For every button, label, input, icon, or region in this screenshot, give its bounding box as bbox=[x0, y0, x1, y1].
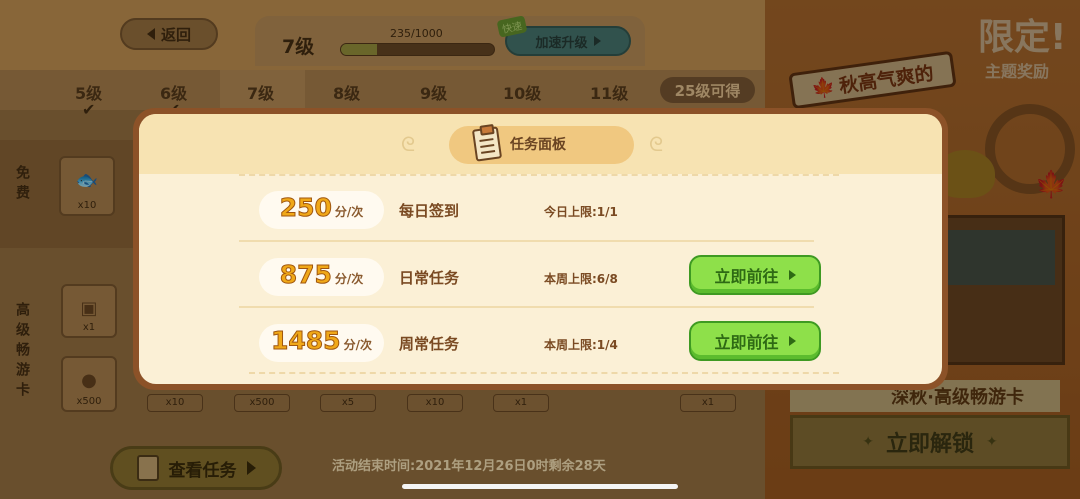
task-panel: ᘓ ᘓ 任务面板 250 分/次 每日签到 今日上限:1/1 875 分/次 日… bbox=[133, 108, 948, 390]
swirl-decoration-icon: ᘓ bbox=[401, 132, 416, 156]
task-row-weekly-tasks: 1485 分/次 周常任务 本周上限:1/4 立即前往 bbox=[259, 319, 839, 365]
points-value: 875 bbox=[279, 260, 332, 290]
go-now-label: 立即前往 bbox=[714, 267, 779, 286]
points-value: 1485 bbox=[271, 326, 342, 356]
task-row-daily-checkin: 250 分/次 每日签到 今日上限:1/1 bbox=[259, 186, 839, 232]
clipboard-icon bbox=[471, 126, 503, 162]
go-now-button-weekly[interactable]: 立即前往 bbox=[689, 321, 821, 361]
go-now-label: 立即前往 bbox=[714, 333, 779, 352]
task-panel-body: ᘓ ᘓ 任务面板 250 分/次 每日签到 今日上限:1/1 875 分/次 日… bbox=[139, 114, 942, 384]
task-limit: 本周上限:6/8 bbox=[544, 272, 618, 286]
home-indicator[interactable] bbox=[402, 484, 678, 489]
play-icon bbox=[788, 270, 796, 280]
points-unit: 分/次 bbox=[343, 338, 372, 352]
divider bbox=[249, 372, 839, 374]
divider bbox=[239, 240, 814, 242]
points-badge: 1485 分/次 bbox=[259, 324, 384, 362]
swirl-decoration-icon: ᘓ bbox=[649, 132, 664, 156]
task-row-daily-tasks: 875 分/次 日常任务 本周上限:6/8 立即前往 bbox=[259, 253, 839, 299]
task-name: 每日签到 bbox=[399, 202, 460, 220]
points-badge: 875 分/次 bbox=[259, 258, 384, 296]
go-now-button-daily[interactable]: 立即前往 bbox=[689, 255, 821, 295]
task-panel-title: 任务面板 bbox=[510, 137, 566, 153]
task-name: 日常任务 bbox=[399, 269, 460, 287]
task-name: 周常任务 bbox=[399, 335, 460, 353]
points-unit: 分/次 bbox=[334, 205, 364, 219]
task-panel-title-group: 任务面板 bbox=[471, 126, 566, 162]
task-limit: 本周上限:1/4 bbox=[544, 338, 618, 352]
task-limit: 今日上限:1/1 bbox=[544, 205, 618, 219]
divider bbox=[239, 174, 839, 176]
points-unit: 分/次 bbox=[334, 272, 364, 286]
points-badge: 250 分/次 bbox=[259, 191, 384, 229]
divider bbox=[239, 306, 814, 308]
points-value: 250 bbox=[279, 193, 332, 223]
play-icon bbox=[788, 336, 796, 346]
